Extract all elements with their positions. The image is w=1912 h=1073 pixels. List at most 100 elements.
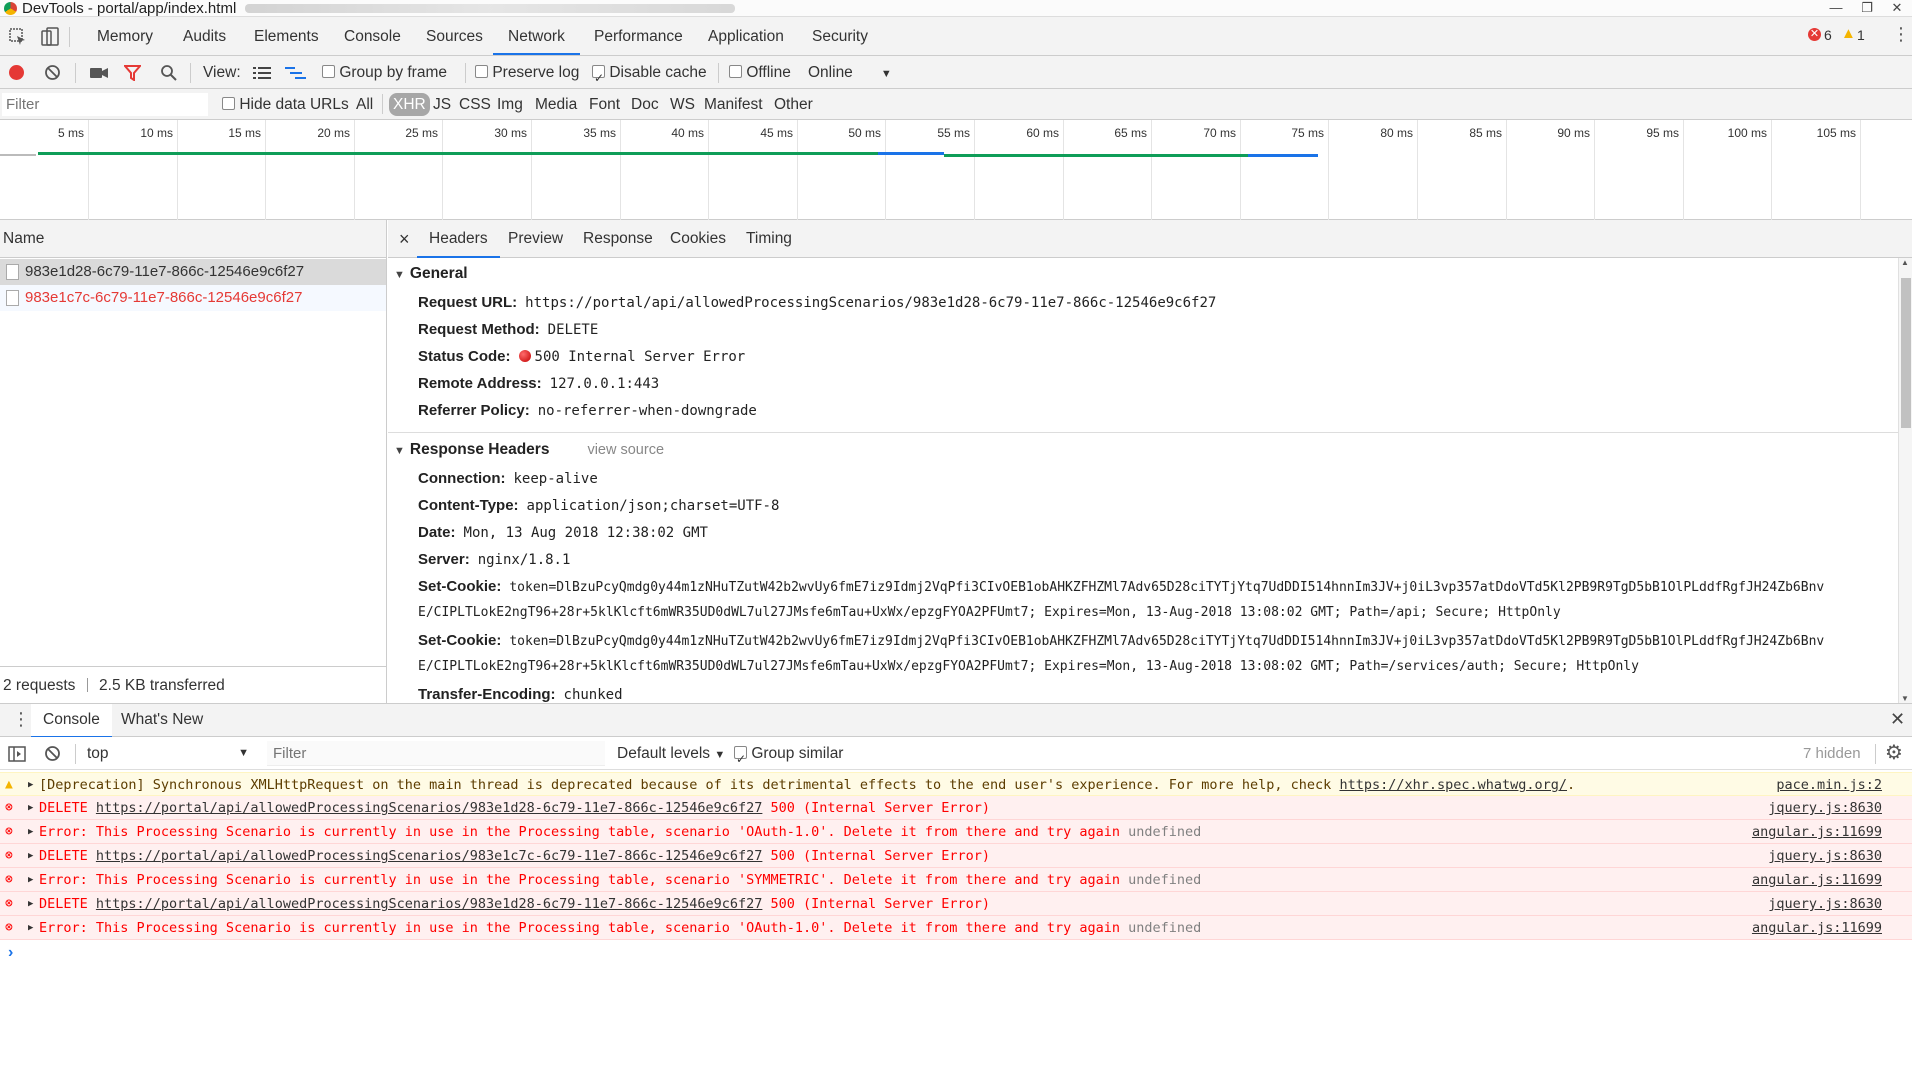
request-row[interactable]: 983e1d28-6c79-11e7-866c-12546e9c6f27 (0, 259, 386, 285)
tab-cookies[interactable]: Cookies (670, 220, 726, 258)
group-by-frame-checkbox[interactable] (322, 65, 335, 78)
console-error-row[interactable]: ⊗ ▶ DELETE https://portal/api/allowedPro… (0, 892, 1912, 916)
preserve-log-checkbox[interactable] (475, 65, 488, 78)
disable-cache-checkbox[interactable] (592, 62, 605, 95)
filter-js[interactable]: JS (433, 89, 451, 120)
source-link[interactable]: pace.min.js:2 (1776, 773, 1882, 797)
filter-other[interactable]: Other (774, 89, 813, 120)
warning-count[interactable]: 1 (1857, 27, 1865, 43)
source-link[interactable]: jquery.js:8630 (1768, 892, 1882, 916)
expand-arrow-icon[interactable]: ▶ (28, 916, 33, 940)
console-error-row[interactable]: ⊗ ▶ Error: This Processing Scenario is c… (0, 868, 1912, 892)
tab-timing[interactable]: Timing (746, 220, 792, 258)
console-error-row[interactable]: ⊗ ▶ Error: This Processing Scenario is c… (0, 916, 1912, 940)
group-similar-option[interactable]: Group similar (734, 737, 843, 776)
tab-headers[interactable]: Headers (417, 220, 500, 258)
message-link[interactable]: https://xhr.spec.whatwg.org/ (1339, 777, 1567, 793)
tab-sources[interactable]: Sources (426, 17, 483, 55)
tab-response[interactable]: Response (583, 220, 653, 258)
group-by-frame-option[interactable]: Group by frame (322, 56, 447, 89)
general-section-header[interactable]: ▼ General (394, 265, 468, 283)
expand-arrow-icon[interactable]: ▶ (28, 844, 33, 868)
filter-input[interactable] (2, 93, 208, 116)
expand-arrow-icon[interactable]: ▶ (28, 892, 33, 916)
drawer-tab-console[interactable]: Console (31, 704, 112, 738)
drawer-tab-whats-new[interactable]: What's New (121, 704, 203, 736)
offline-checkbox[interactable] (729, 65, 742, 78)
tab-console[interactable]: Console (344, 17, 401, 55)
waterfall-icon[interactable] (285, 66, 307, 80)
drawer-menu-icon[interactable]: ⋮ (12, 709, 30, 729)
clear-console-icon[interactable] (44, 745, 61, 762)
tab-network[interactable]: Network (493, 17, 580, 55)
device-toolbar-icon[interactable] (41, 27, 59, 47)
source-link[interactable]: angular.js:11699 (1752, 916, 1882, 940)
expand-arrow-icon[interactable]: ▶ (28, 773, 33, 797)
response-headers-section-header[interactable]: ▼ Response Headers view source (394, 441, 664, 459)
maximize-button[interactable]: ❐ (1852, 0, 1882, 17)
filter-doc[interactable]: Doc (631, 89, 659, 120)
expand-arrow-icon[interactable]: ▶ (28, 796, 33, 820)
sidebar-toggle-icon[interactable] (8, 746, 26, 762)
source-link[interactable]: angular.js:11699 (1752, 820, 1882, 844)
filter-manifest[interactable]: Manifest (704, 89, 763, 120)
console-settings-gear-icon[interactable]: ⚙ (1885, 742, 1903, 764)
preserve-log-option[interactable]: Preserve log (475, 56, 579, 89)
source-link[interactable]: jquery.js:8630 (1768, 844, 1882, 868)
message-link[interactable]: https://portal/api/allowedProcessingScen… (96, 896, 762, 912)
console-error-row[interactable]: ⊗ ▶ DELETE https://portal/api/allowedPro… (0, 796, 1912, 820)
scroll-down-icon[interactable]: ▼ (1901, 694, 1909, 703)
timeline-overview[interactable]: 5 ms 10 ms 15 ms 20 ms 25 ms 30 ms 35 ms 40 ms 4… (0, 120, 1912, 220)
console-error-row[interactable]: ⊗ ▶ Error: This Processing Scenario is c… (0, 820, 1912, 844)
disable-cache-option[interactable]: Disable cache (592, 56, 707, 95)
scroll-up-icon[interactable]: ▲ (1901, 258, 1909, 267)
close-window-button[interactable]: ✕ (1882, 0, 1912, 17)
record-icon[interactable] (9, 65, 24, 80)
hide-data-urls-option[interactable]: Hide data URLs (222, 89, 349, 120)
filter-css[interactable]: CSS (459, 89, 491, 120)
filter-img[interactable]: Img (497, 89, 523, 120)
tab-preview[interactable]: Preview (508, 220, 563, 258)
source-link[interactable]: jquery.js:8630 (1768, 796, 1882, 820)
hide-data-urls-checkbox[interactable] (222, 97, 235, 110)
name-column-header[interactable]: Name (0, 220, 386, 258)
source-link[interactable]: angular.js:11699 (1752, 868, 1882, 892)
console-error-row[interactable]: ⊗ ▶ DELETE https://portal/api/allowedPro… (0, 844, 1912, 868)
message-link[interactable]: https://portal/api/allowedProcessingScen… (96, 848, 762, 864)
more-menu-icon[interactable]: ⋮ (1892, 24, 1910, 44)
throttling-select[interactable]: Online ▼ (808, 56, 892, 91)
filter-all[interactable]: All (356, 89, 373, 120)
scrollbar-thumb[interactable] (1901, 278, 1911, 428)
request-row[interactable]: 983e1c7c-6c79-11e7-866c-12546e9c6f27 (0, 285, 386, 311)
console-filter-input[interactable] (267, 741, 605, 766)
minimize-button[interactable]: — (1821, 0, 1851, 17)
expand-arrow-icon[interactable]: ▶ (28, 820, 33, 844)
error-count[interactable]: 6 (1824, 27, 1832, 43)
expand-arrow-icon[interactable]: ▶ (28, 868, 33, 892)
filter-media[interactable]: Media (535, 89, 577, 120)
group-similar-checkbox[interactable] (734, 743, 747, 776)
tab-application[interactable]: Application (708, 17, 784, 55)
close-drawer-icon[interactable]: ✕ (1890, 709, 1905, 730)
filter-icon[interactable] (124, 65, 141, 81)
filter-ws[interactable]: WS (670, 89, 695, 120)
offline-option[interactable]: Offline (729, 56, 791, 89)
filter-xhr[interactable]: XHR (389, 93, 430, 116)
message-link[interactable]: https://portal/api/allowedProcessingScen… (96, 800, 762, 816)
log-levels-select[interactable]: Default levels ▼ (617, 737, 725, 772)
screenshot-icon[interactable] (89, 66, 109, 80)
tab-memory[interactable]: Memory (97, 17, 153, 55)
filter-font[interactable]: Font (589, 89, 620, 120)
tab-performance[interactable]: Performance (594, 17, 683, 55)
search-icon[interactable] (160, 64, 178, 82)
tab-security[interactable]: Security (812, 17, 868, 55)
tab-audits[interactable]: Audits (183, 17, 226, 55)
view-source-link[interactable]: view source (587, 442, 664, 458)
clear-icon[interactable] (44, 64, 61, 81)
tab-elements[interactable]: Elements (254, 17, 319, 55)
details-scrollbar[interactable]: ▲ ▼ (1898, 258, 1912, 703)
close-details-icon[interactable]: × (399, 220, 410, 258)
context-select[interactable]: top ▼ (87, 737, 249, 770)
console-input[interactable] (24, 942, 1894, 964)
large-rows-icon[interactable] (253, 66, 271, 80)
